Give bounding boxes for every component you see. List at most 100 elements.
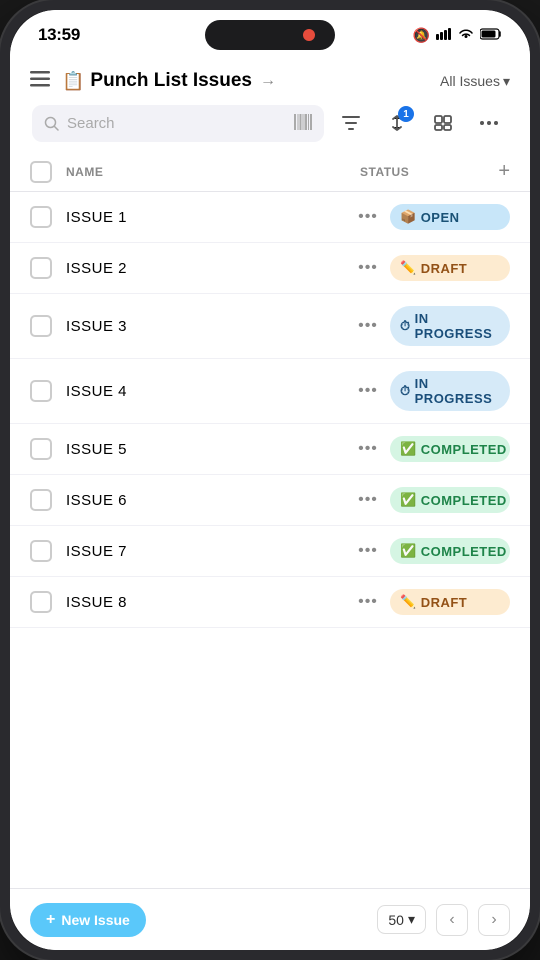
sort-button[interactable]: 1	[378, 104, 416, 142]
page-size-value: 50	[388, 912, 404, 928]
phone-frame: 13:59 🔕 📋	[0, 0, 540, 960]
table-body: Issue 1 ••• 📦 Open Issue 2 ••• ✏️ Draft …	[10, 192, 530, 628]
row-more-button[interactable]: •••	[346, 317, 390, 335]
status-emoji: ✏️	[400, 594, 417, 610]
row-checkbox[interactable]	[30, 540, 52, 562]
new-issue-button[interactable]: + New Issue	[30, 903, 146, 937]
group-button[interactable]	[424, 104, 462, 142]
status-icons: 🔕	[413, 27, 502, 44]
status-emoji: ⏱	[400, 383, 411, 399]
status-label: Completed	[421, 442, 507, 457]
row-checkbox[interactable]	[30, 489, 52, 511]
status-label: In Progress	[415, 311, 500, 341]
row-checkbox-col	[30, 489, 66, 511]
status-label: Completed	[421, 544, 507, 559]
status-label: Open	[421, 210, 460, 225]
status-badge: ⏱ In Progress	[390, 306, 510, 346]
table-row: Issue 4 ••• ⏱ In Progress	[10, 359, 530, 424]
row-more-button[interactable]: •••	[346, 491, 390, 509]
row-checkbox[interactable]	[30, 257, 52, 279]
status-emoji: 📦	[400, 209, 417, 225]
status-badge: ⏱ In Progress	[390, 371, 510, 411]
row-checkbox-col	[30, 540, 66, 562]
row-checkbox-col	[30, 315, 66, 337]
title-emoji: 📋	[62, 71, 84, 92]
row-more-button[interactable]: •••	[346, 208, 390, 226]
status-badge: ✏️ Draft	[390, 589, 510, 615]
prev-page-button[interactable]: ‹	[436, 904, 468, 936]
search-placeholder: Search	[67, 115, 286, 132]
row-checkbox-col	[30, 380, 66, 402]
status-badge: 📦 Open	[390, 204, 510, 230]
row-name: Issue 3	[66, 318, 346, 335]
status-label: Draft	[421, 595, 468, 610]
battery-icon	[480, 27, 502, 43]
row-more-button[interactable]: •••	[346, 542, 390, 560]
footer: + New Issue 50 ▾ ‹ ›	[10, 888, 530, 950]
status-emoji: ✅	[400, 441, 417, 457]
select-all-checkbox[interactable]	[30, 161, 52, 183]
row-name: Issue 8	[66, 594, 346, 611]
search-box[interactable]: Search	[32, 105, 324, 142]
next-arrow-icon: ›	[491, 911, 496, 929]
status-badge: ✏️ Draft	[390, 255, 510, 281]
status-badge: ✅ Completed	[390, 436, 510, 462]
next-page-button[interactable]: ›	[478, 904, 510, 936]
row-checkbox[interactable]	[30, 206, 52, 228]
signal-icon	[436, 27, 452, 43]
status-label: In Progress	[415, 376, 500, 406]
toolbar: Search 1	[30, 104, 510, 144]
row-checkbox[interactable]	[30, 438, 52, 460]
row-more-button[interactable]: •••	[346, 593, 390, 611]
row-checkbox[interactable]	[30, 380, 52, 402]
row-checkbox[interactable]	[30, 315, 52, 337]
row-more-button[interactable]: •••	[346, 259, 390, 277]
status-badge: ✅ Completed	[390, 538, 510, 564]
page-size-button[interactable]: 50 ▾	[377, 905, 426, 934]
row-name: Issue 4	[66, 383, 346, 400]
row-name: Issue 6	[66, 492, 346, 509]
row-more-button[interactable]: •••	[346, 440, 390, 458]
row-more-button[interactable]: •••	[346, 382, 390, 400]
more-button[interactable]	[470, 104, 508, 142]
page-title: Punch List Issues	[90, 70, 252, 92]
table-row: Issue 1 ••• 📦 Open	[10, 192, 530, 243]
header-top: 📋 Punch List Issues → All Issues ▾	[30, 70, 510, 92]
barcode-icon	[294, 114, 312, 133]
table-row: Issue 5 ••• ✅ Completed	[10, 424, 530, 475]
row-checkbox-col	[30, 438, 66, 460]
screen: 13:59 🔕 📋	[10, 10, 530, 950]
header-arrow: →	[260, 72, 276, 90]
all-issues-chevron: ▾	[503, 73, 510, 90]
status-emoji: ⏱	[400, 318, 411, 334]
filter-icon	[342, 115, 360, 131]
row-name: Issue 7	[66, 543, 346, 560]
search-icon	[44, 116, 59, 131]
status-label: Draft	[421, 261, 468, 276]
status-emoji: ✏️	[400, 260, 417, 276]
header: 📋 Punch List Issues → All Issues ▾ Searc…	[10, 60, 530, 152]
status-emoji: ✅	[400, 492, 417, 508]
status-badge: ✅ Completed	[390, 487, 510, 513]
status-column-header: STATUS	[360, 165, 480, 179]
table-row: Issue 7 ••• ✅ Completed	[10, 526, 530, 577]
status-emoji: ✅	[400, 543, 417, 559]
all-issues-button[interactable]: All Issues ▾	[440, 73, 510, 90]
header-checkbox-col	[30, 161, 66, 183]
row-name: Issue 1	[66, 209, 346, 226]
all-issues-label: All Issues	[440, 73, 500, 89]
table-row: Issue 8 ••• ✏️ Draft	[10, 577, 530, 628]
new-issue-plus-icon: +	[46, 911, 55, 929]
row-checkbox-col	[30, 591, 66, 613]
add-column-button[interactable]: +	[498, 160, 510, 183]
row-name: Issue 5	[66, 441, 346, 458]
row-checkbox-col	[30, 257, 66, 279]
group-icon	[434, 115, 452, 131]
table-row: Issue 3 ••• ⏱ In Progress	[10, 294, 530, 359]
row-checkbox[interactable]	[30, 591, 52, 613]
sort-badge: 1	[398, 106, 414, 122]
mute-icon: 🔕	[413, 27, 430, 44]
menu-icon[interactable]	[30, 71, 50, 92]
header-title-group: 📋 Punch List Issues →	[62, 70, 432, 92]
filter-button[interactable]	[332, 104, 370, 142]
